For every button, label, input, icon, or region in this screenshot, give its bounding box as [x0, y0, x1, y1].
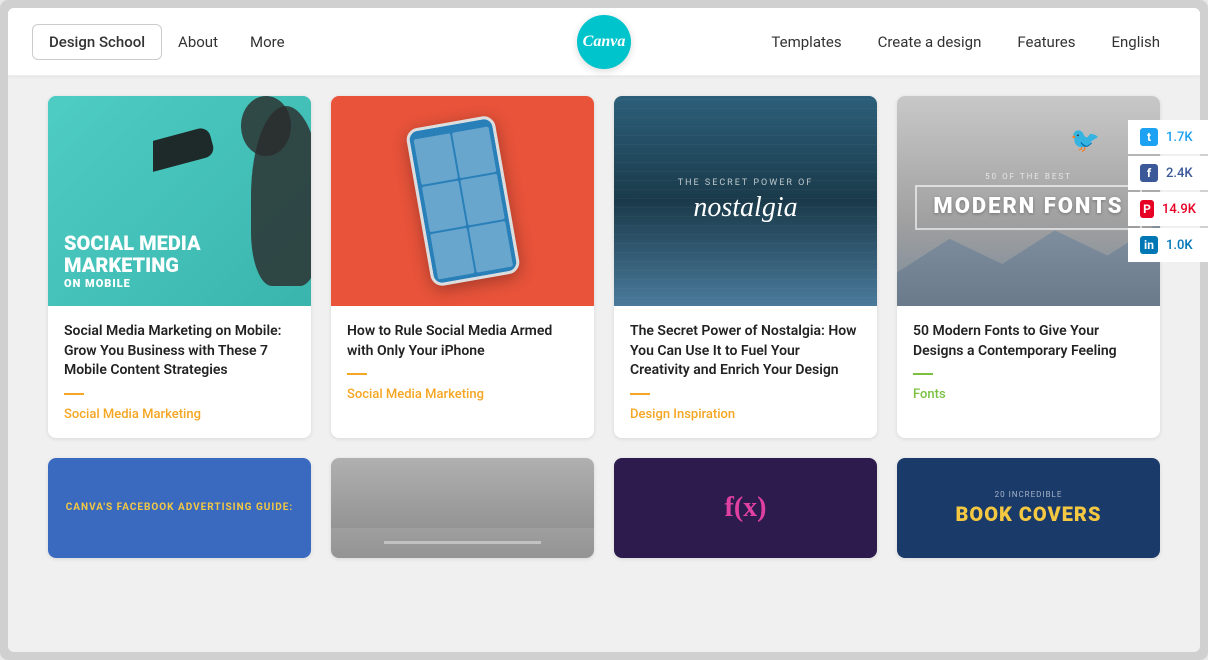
twitter-share[interactable]: t 1.7K: [1128, 120, 1200, 154]
fonts-big-text: MODERN FONTS: [933, 195, 1123, 219]
pinterest-icon: P: [1140, 200, 1154, 218]
canva-logo[interactable]: Canva: [577, 15, 631, 69]
card-nostalgia-body: The Secret Power of Nostalgia: How You C…: [614, 306, 877, 438]
nav-design-school[interactable]: Design School: [32, 24, 162, 60]
card-fonts-image: 🐦 50 OF THE BEST MODERN FONTS: [897, 96, 1160, 306]
browser-wrapper: Design School About More Canva Templates…: [0, 0, 1208, 660]
facebook-count: 2.4K: [1166, 166, 1193, 181]
facebook-ad-text: CANVA'S FACEBOOK ADVERTISING GUIDE:: [66, 502, 294, 513]
browser-content: Design School About More Canva Templates…: [8, 8, 1200, 652]
phone-tile-2: [452, 126, 496, 178]
design-fx-icon: f(x): [725, 492, 767, 524]
pinterest-share[interactable]: P 14.9K: [1128, 192, 1200, 226]
linkedin-count: 1.0K: [1166, 238, 1193, 253]
card-social-body: Social Media Marketing on Mobile: Grow Y…: [48, 306, 311, 438]
mountain-bg: [897, 222, 1160, 306]
phone-tile-5: [430, 228, 474, 280]
fonts-box: MODERN FONTS: [915, 185, 1141, 229]
card-road[interactable]: [331, 458, 594, 558]
book-covers-image: 20 INCREDIBLE BOOK COVERS: [897, 458, 1160, 558]
card-nostalgia-category[interactable]: Design Inspiration: [630, 407, 735, 422]
card-iphone-category[interactable]: Social Media Marketing: [347, 387, 484, 402]
facebook-icon: f: [1140, 164, 1158, 182]
social-sidebar: t 1.7K f 2.4K P 14.9K in 1.0K: [1128, 120, 1200, 262]
card-fonts-body: 50 Modern Fonts to Give Your Designs a C…: [897, 306, 1160, 418]
main-content: SOCIAL MEDIA MARKETING ON MOBILE Social …: [24, 76, 1184, 578]
card-nostalgia: THE SECRET POWER OF nostalgia The Secret…: [614, 96, 877, 438]
card-divider-1: [64, 393, 84, 395]
nav-english[interactable]: English: [1095, 25, 1176, 59]
phone-tile-1: [413, 133, 457, 185]
pinterest-count: 14.9K: [1162, 202, 1196, 217]
cards-grid-top: SOCIAL MEDIA MARKETING ON MOBILE Social …: [48, 96, 1160, 438]
card-divider-2: [347, 373, 367, 375]
facebook-ad-image: CANVA'S FACEBOOK ADVERTISING GUIDE:: [48, 458, 311, 558]
header: Design School About More Canva Templates…: [8, 8, 1200, 76]
card-book-covers[interactable]: 20 INCREDIBLE BOOK COVERS: [897, 458, 1160, 558]
facebook-share[interactable]: f 2.4K: [1128, 156, 1200, 190]
nostalgia-small-text: THE SECRET POWER OF: [678, 178, 814, 188]
twitter-icon: t: [1140, 128, 1158, 146]
phone-tile-4: [460, 174, 504, 226]
nav-templates[interactable]: Templates: [755, 25, 857, 59]
book-covers-small: 20 INCREDIBLE: [995, 490, 1063, 499]
header-left: Design School About More: [32, 24, 301, 60]
card-fonts-title: 50 Modern Fonts to Give Your Designs a C…: [913, 322, 1144, 361]
card-nostalgia-image: THE SECRET POWER OF nostalgia: [614, 96, 877, 306]
nav-features[interactable]: Features: [1001, 25, 1091, 59]
card-fonts-category[interactable]: Fonts: [913, 387, 946, 402]
design-fx-image: f(x): [614, 458, 877, 558]
nostalgia-big-text: nostalgia: [693, 192, 797, 224]
book-covers-big: BOOK COVERS: [956, 503, 1102, 525]
card-iphone-image: [331, 96, 594, 306]
card-nostalgia-title: The Secret Power of Nostalgia: How You C…: [630, 322, 861, 381]
card-divider-3: [630, 393, 650, 395]
cards-grid-bottom: CANVA'S FACEBOOK ADVERTISING GUIDE: f(x): [48, 458, 1160, 558]
card-facebook-ad[interactable]: CANVA'S FACEBOOK ADVERTISING GUIDE:: [48, 458, 311, 558]
logo-text: Canva: [583, 33, 626, 51]
card-social-media: SOCIAL MEDIA MARKETING ON MOBILE Social …: [48, 96, 311, 438]
card-iphone-title: How to Rule Social Media Armed with Only…: [347, 322, 578, 361]
card-iphone-body: How to Rule Social Media Armed with Only…: [331, 306, 594, 418]
card-social-category[interactable]: Social Media Marketing: [64, 407, 201, 422]
card-design-fx[interactable]: f(x): [614, 458, 877, 558]
card-social-title-overlay: SOCIAL MEDIA MARKETING ON MOBILE: [48, 216, 217, 306]
twitter-count: 1.7K: [1166, 130, 1193, 145]
bird-icon: 🐦: [1070, 126, 1100, 154]
header-right: Templates Create a design Features Engli…: [755, 25, 1176, 59]
road-image: [331, 458, 594, 558]
phone-screen: [408, 118, 517, 284]
nav-about[interactable]: About: [162, 25, 234, 59]
card-social-media-image: SOCIAL MEDIA MARKETING ON MOBILE: [48, 96, 311, 306]
phone-tile-6: [468, 221, 512, 273]
linkedin-icon: in: [1140, 236, 1158, 254]
card-divider-4: [913, 373, 933, 375]
linkedin-share[interactable]: in 1.0K: [1128, 228, 1200, 262]
card-social-title: Social Media Marketing on Mobile: Grow Y…: [64, 322, 295, 381]
fonts-small-text: 50 OF THE BEST: [985, 172, 1072, 181]
card-fonts: 🐦 50 OF THE BEST MODERN FONTS 50 Modern …: [897, 96, 1160, 438]
nav-more[interactable]: More: [234, 25, 301, 59]
card-iphone: How to Rule Social Media Armed with Only…: [331, 96, 594, 438]
nav-create[interactable]: Create a design: [862, 25, 998, 59]
logo-wrap: Canva: [577, 15, 631, 69]
phone-mockup: [404, 114, 520, 287]
card-social-subtitle: ON MOBILE: [64, 278, 201, 290]
phone-tile-3: [421, 180, 465, 232]
